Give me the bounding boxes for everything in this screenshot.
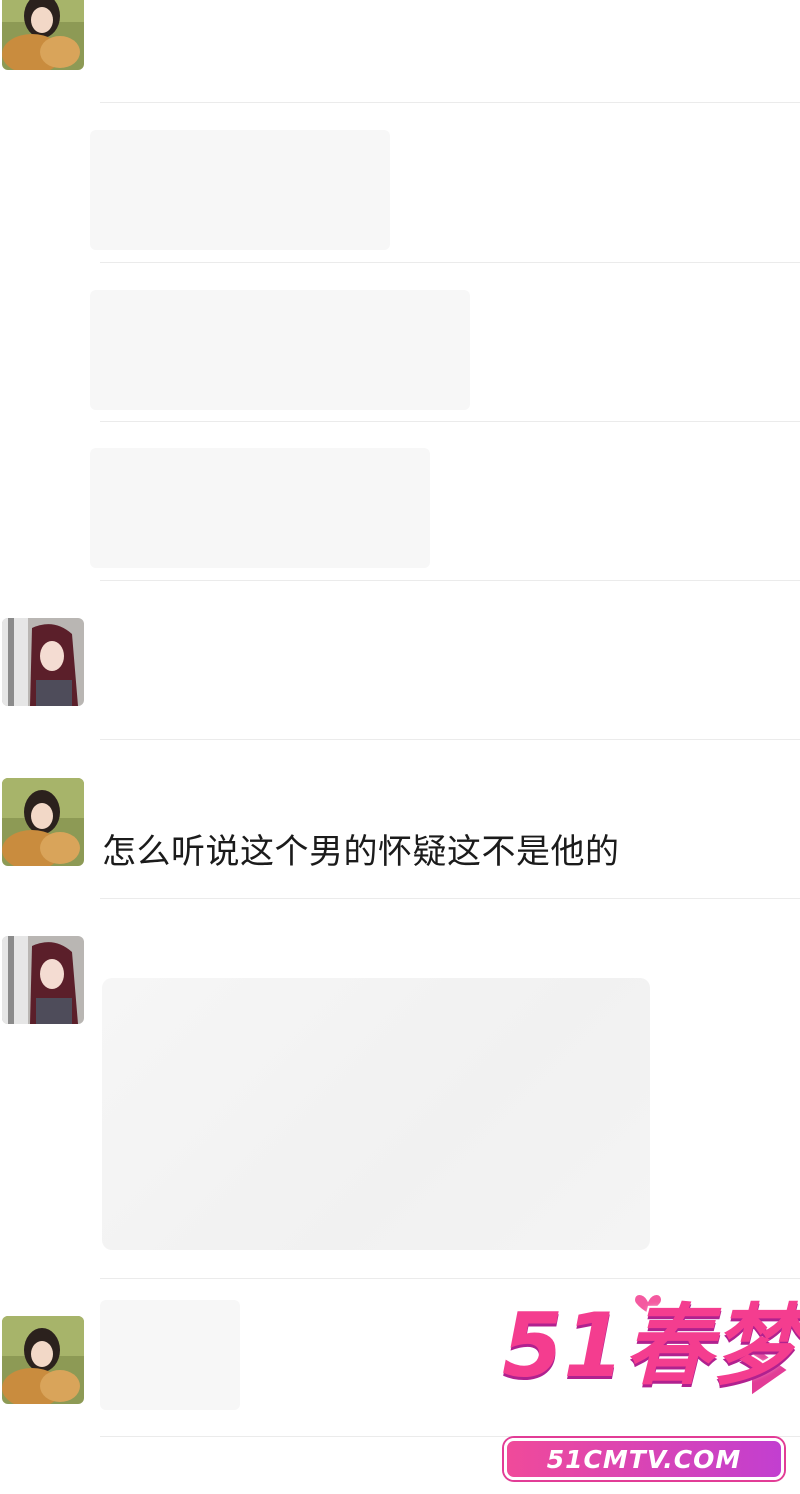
chat-message-row (0, 0, 800, 103)
watermark-url-badge: 51CMTV.COM (504, 1438, 784, 1480)
avatar-girl-by-window-image (2, 618, 84, 706)
avatar-girl-with-dog-image (2, 778, 84, 866)
media-message-placeholder[interactable] (102, 978, 650, 1250)
avatar-user-b[interactable] (2, 618, 84, 706)
message-divider (100, 739, 800, 740)
message-divider (100, 102, 800, 103)
watermark-logo-text: 51春梦 (500, 1294, 800, 1397)
watermark: 51春梦 51CMTV.COM (498, 1288, 800, 1488)
avatar-user-a[interactable] (2, 0, 84, 70)
message-text: 怎么听说这个男的怀疑这不是他的 (102, 832, 620, 872)
message-divider (100, 262, 800, 263)
avatar-girl-by-window-image (2, 936, 84, 1024)
avatar-girl-with-dog-image (2, 0, 84, 70)
blurred-message (90, 448, 430, 568)
blurred-message (90, 130, 390, 250)
message-divider (100, 580, 800, 581)
message-divider (100, 1278, 800, 1279)
blurred-message (90, 290, 470, 410)
avatar-user-b[interactable] (2, 936, 84, 1024)
avatar-user-a[interactable] (2, 1316, 84, 1404)
watermark-url-text: 51CMTV.COM (546, 1445, 742, 1474)
avatar-girl-with-dog-image (2, 1316, 84, 1404)
message-divider (100, 898, 800, 899)
message-divider (100, 421, 800, 422)
blurred-message (100, 1300, 240, 1410)
avatar-user-a[interactable] (2, 778, 84, 866)
